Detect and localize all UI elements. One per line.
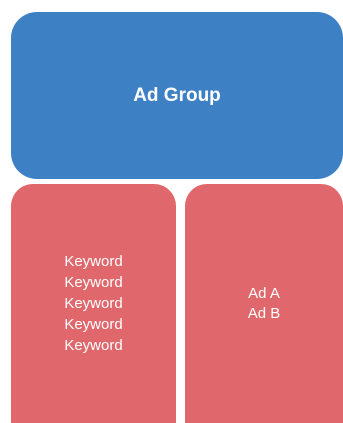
keyword-item: Keyword xyxy=(64,295,123,312)
keyword-item: Keyword xyxy=(64,316,123,333)
keyword-item: Keyword xyxy=(64,274,123,291)
keyword-item: Keyword xyxy=(64,337,123,354)
ad-group-label: Ad Group xyxy=(133,84,221,106)
ad-item: Ad A xyxy=(248,284,280,302)
ad-item: Ad B xyxy=(247,304,281,322)
ad-group-box: Ad Group xyxy=(11,12,343,179)
keyword-item: Keyword xyxy=(64,253,123,270)
keywords-box: Keyword Keyword Keyword Keyword Keyword xyxy=(11,184,176,423)
ads-box: Ad A Ad B xyxy=(185,184,343,423)
